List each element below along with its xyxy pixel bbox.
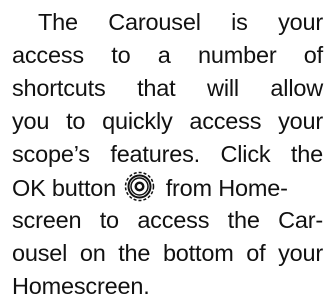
paragraph-line-3: shortcuts that will allow	[12, 75, 323, 101]
paragraph-line-1: The Carousel is your	[38, 9, 323, 35]
from-homescreen-text: from Home-	[165, 175, 288, 201]
paragraph-line-4: you to quickly access your	[12, 108, 323, 134]
paragraph-line-6: OK button from Home-	[12, 171, 323, 204]
ok-button-text: OK button	[12, 175, 117, 201]
paragraph-line-7: screen to access the Car-	[12, 207, 323, 233]
instruction-paragraph: The Carousel is your access to a number …	[12, 6, 323, 303]
paragraph-line-8: ousel on the bottom of your	[12, 240, 323, 266]
paragraph-line-9: Homescreen.	[12, 273, 150, 299]
paragraph-line-2: access to a number of	[12, 42, 323, 68]
ok-button-icon	[124, 171, 155, 202]
paragraph-line-5: scope’s features. Click the	[12, 141, 323, 167]
